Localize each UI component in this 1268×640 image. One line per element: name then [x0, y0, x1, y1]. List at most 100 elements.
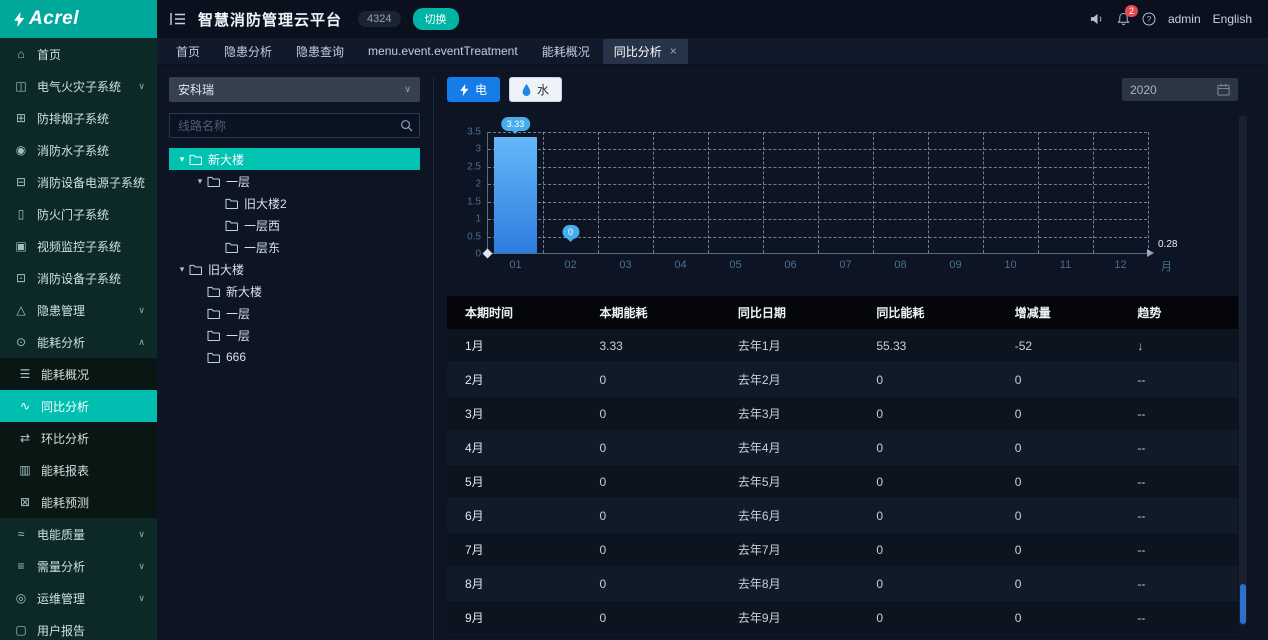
tab-hazard-query[interactable]: 隐患查询 [285, 39, 355, 64]
water-type-button[interactable]: 水 [509, 77, 562, 102]
comparison-table: 本期时间本期能耗同比日期同比能耗增减量趋势 1月3.33去年1月55.33-52… [447, 296, 1238, 635]
sidebar-item-energy-analysis[interactable]: ⊙能耗分析∧ [0, 326, 157, 358]
help-icon[interactable]: ? [1142, 12, 1156, 26]
sidebar-item-mom-analysis[interactable]: ⇄环比分析 [0, 422, 157, 454]
y-tick-label: 1.5 [467, 196, 481, 207]
search-icon[interactable] [393, 114, 419, 137]
notification-badge: 2 [1125, 5, 1138, 17]
user-report-icon: ▢ [14, 623, 28, 637]
caret-down-icon[interactable]: ▾ [175, 154, 189, 165]
analysis-panel: 电 水 2020 0 [447, 77, 1238, 640]
table-cell: 1月 [447, 329, 581, 363]
table-cell: 0 [858, 567, 996, 601]
sidebar-item-fire-equipment-system[interactable]: ⊡消防设备子系统 [0, 262, 157, 294]
org-select[interactable]: 安科瑞 ∨ [169, 77, 420, 102]
sidebar-item-yoy-analysis[interactable]: ∿同比分析 [0, 390, 157, 422]
tree-node[interactable]: 旧大楼2 [169, 192, 420, 214]
sidebar-item-hazard-management[interactable]: △隐患管理∨ [0, 294, 157, 326]
device-panel: 安科瑞 ∨ ▾新大楼▾一层旧大楼2一层西一层东▾旧大楼新大楼一层一层666 [169, 77, 434, 640]
year-picker[interactable]: 2020 [1122, 78, 1238, 101]
logo-bolt-icon [13, 12, 26, 27]
table-cell: 0 [581, 499, 719, 533]
topbar: 智慧消防管理云平台 4324 切换 2 ? admin English [157, 0, 1268, 38]
sidebar-item-demand-analysis[interactable]: ≡需量分析∨ [0, 550, 157, 582]
gridline-vertical [543, 132, 544, 253]
username[interactable]: admin [1168, 12, 1201, 26]
electric-type-button[interactable]: 电 [447, 77, 500, 102]
sidebar-item-fire-water-system[interactable]: ◉消防水子系统 [0, 134, 157, 166]
search-input[interactable] [170, 119, 393, 133]
sidebar-item-ops-management[interactable]: ◎运维管理∨ [0, 582, 157, 614]
tree-node[interactable]: 666 [169, 346, 420, 368]
sidebar-item-label: 隐患管理 [37, 302, 129, 319]
gridline-vertical [818, 132, 819, 253]
tab-yoy-analysis[interactable]: 同比分析× [603, 39, 688, 64]
fire-equipment-icon: ⊡ [14, 271, 28, 285]
tree-node[interactable]: 一层 [169, 324, 420, 346]
sidebar-item-video-monitor-system[interactable]: ▣视频监控子系统 [0, 230, 157, 262]
y-tick-label: 3.5 [467, 127, 481, 138]
tab-hazard-analysis[interactable]: 隐患分析 [213, 39, 283, 64]
sidebar-item-label: 首页 [37, 46, 145, 63]
tree-node[interactable]: 一层 [169, 302, 420, 324]
table-cell: 0 [581, 465, 719, 499]
tree-node[interactable]: ▾新大楼 [169, 148, 420, 170]
speaker-icon[interactable] [1090, 12, 1105, 26]
sidebar-item-user-report[interactable]: ▢用户报告 [0, 614, 157, 640]
table-cell: 55.33 [858, 329, 996, 363]
folder-icon [189, 264, 202, 275]
content-area: 安科瑞 ∨ ▾新大楼▾一层旧大楼2一层西一层东▾旧大楼新大楼一层一层666 电 [157, 65, 1268, 640]
chart-plot: 0 0.28 月 3.532.521.510.50102030405060708… [487, 132, 1147, 254]
sidebar-item-fire-equipment-power-system[interactable]: ⊟消防设备电源子系统 [0, 166, 157, 198]
tree-node[interactable]: 一层东 [169, 236, 420, 258]
folder-icon [207, 176, 220, 187]
sidebar-item-home[interactable]: ⌂首页 [0, 38, 157, 70]
tree-node-label: 一层 [226, 173, 250, 190]
table-cell: -- [1119, 397, 1238, 431]
x-tick-label: 04 [674, 259, 686, 271]
language-switch[interactable]: English [1213, 12, 1252, 26]
gridline-vertical [873, 132, 874, 253]
close-tab-icon[interactable]: × [670, 45, 677, 57]
marker-value: 3.33 [501, 117, 531, 131]
tree-node[interactable]: 新大楼 [169, 280, 420, 302]
main-column: 智慧消防管理云平台 4324 切换 2 ? admin English 首页隐患… [157, 0, 1268, 640]
table-row: 5月0去年5月00-- [447, 465, 1238, 499]
sidebar-item-fire-door-system[interactable]: ▯防火门子系统 [0, 198, 157, 230]
sidebar-item-power-quality[interactable]: ≈电能质量∨ [0, 518, 157, 550]
sidebar-item-smoke-control-system[interactable]: ⊞防排烟子系统 [0, 102, 157, 134]
table-cell: ↓ [1119, 329, 1238, 363]
sidebar-item-energy-forecast[interactable]: ⊠能耗预测 [0, 486, 157, 518]
collapse-menu-icon[interactable] [170, 12, 186, 26]
bell-icon[interactable]: 2 [1117, 12, 1130, 26]
tab-event-treatment[interactable]: menu.event.eventTreatment [357, 40, 529, 62]
table-cell: 2月 [447, 363, 581, 397]
vertical-scrollbar[interactable] [1239, 115, 1247, 626]
x-tick-label: 07 [839, 259, 851, 271]
sidebar-item-energy-overview[interactable]: ☰能耗概况 [0, 358, 157, 390]
folder-icon [207, 308, 220, 319]
sidebar-item-energy-report[interactable]: ▥能耗报表 [0, 454, 157, 486]
scrollbar-thumb[interactable] [1240, 584, 1246, 624]
equipment-power-icon: ⊟ [14, 175, 28, 189]
caret-down-icon[interactable]: ▾ [193, 176, 207, 187]
sidebar-item-electric-fire-system[interactable]: ◫电气火灾子系统∨ [0, 70, 157, 102]
table-cell: 5月 [447, 465, 581, 499]
x-axis-unit: 月 [1161, 258, 1172, 274]
fire-water-icon: ◉ [14, 143, 28, 157]
table-row: 9月0去年9月00-- [447, 601, 1238, 635]
chevron-down-icon: ∨ [138, 81, 145, 92]
gridline-vertical [1038, 132, 1039, 253]
table-header-cell: 本期能耗 [581, 296, 719, 329]
tree-node[interactable]: ▾旧大楼 [169, 258, 420, 280]
bar-month-01[interactable] [494, 137, 537, 253]
tab-energy-overview[interactable]: 能耗概况 [531, 39, 601, 64]
tree-node[interactable]: ▾ 一层 [169, 170, 420, 192]
x-tick-label: 09 [949, 259, 961, 271]
tree-node[interactable]: 一层西 [169, 214, 420, 236]
caret-down-icon[interactable]: ▾ [175, 264, 189, 275]
tab-home[interactable]: 首页 [165, 39, 211, 64]
tab-bar: 首页隐患分析隐患查询menu.event.eventTreatment能耗概况同… [157, 38, 1268, 65]
x-tick-label: 06 [784, 259, 796, 271]
switch-button[interactable]: 切换 [413, 8, 459, 30]
